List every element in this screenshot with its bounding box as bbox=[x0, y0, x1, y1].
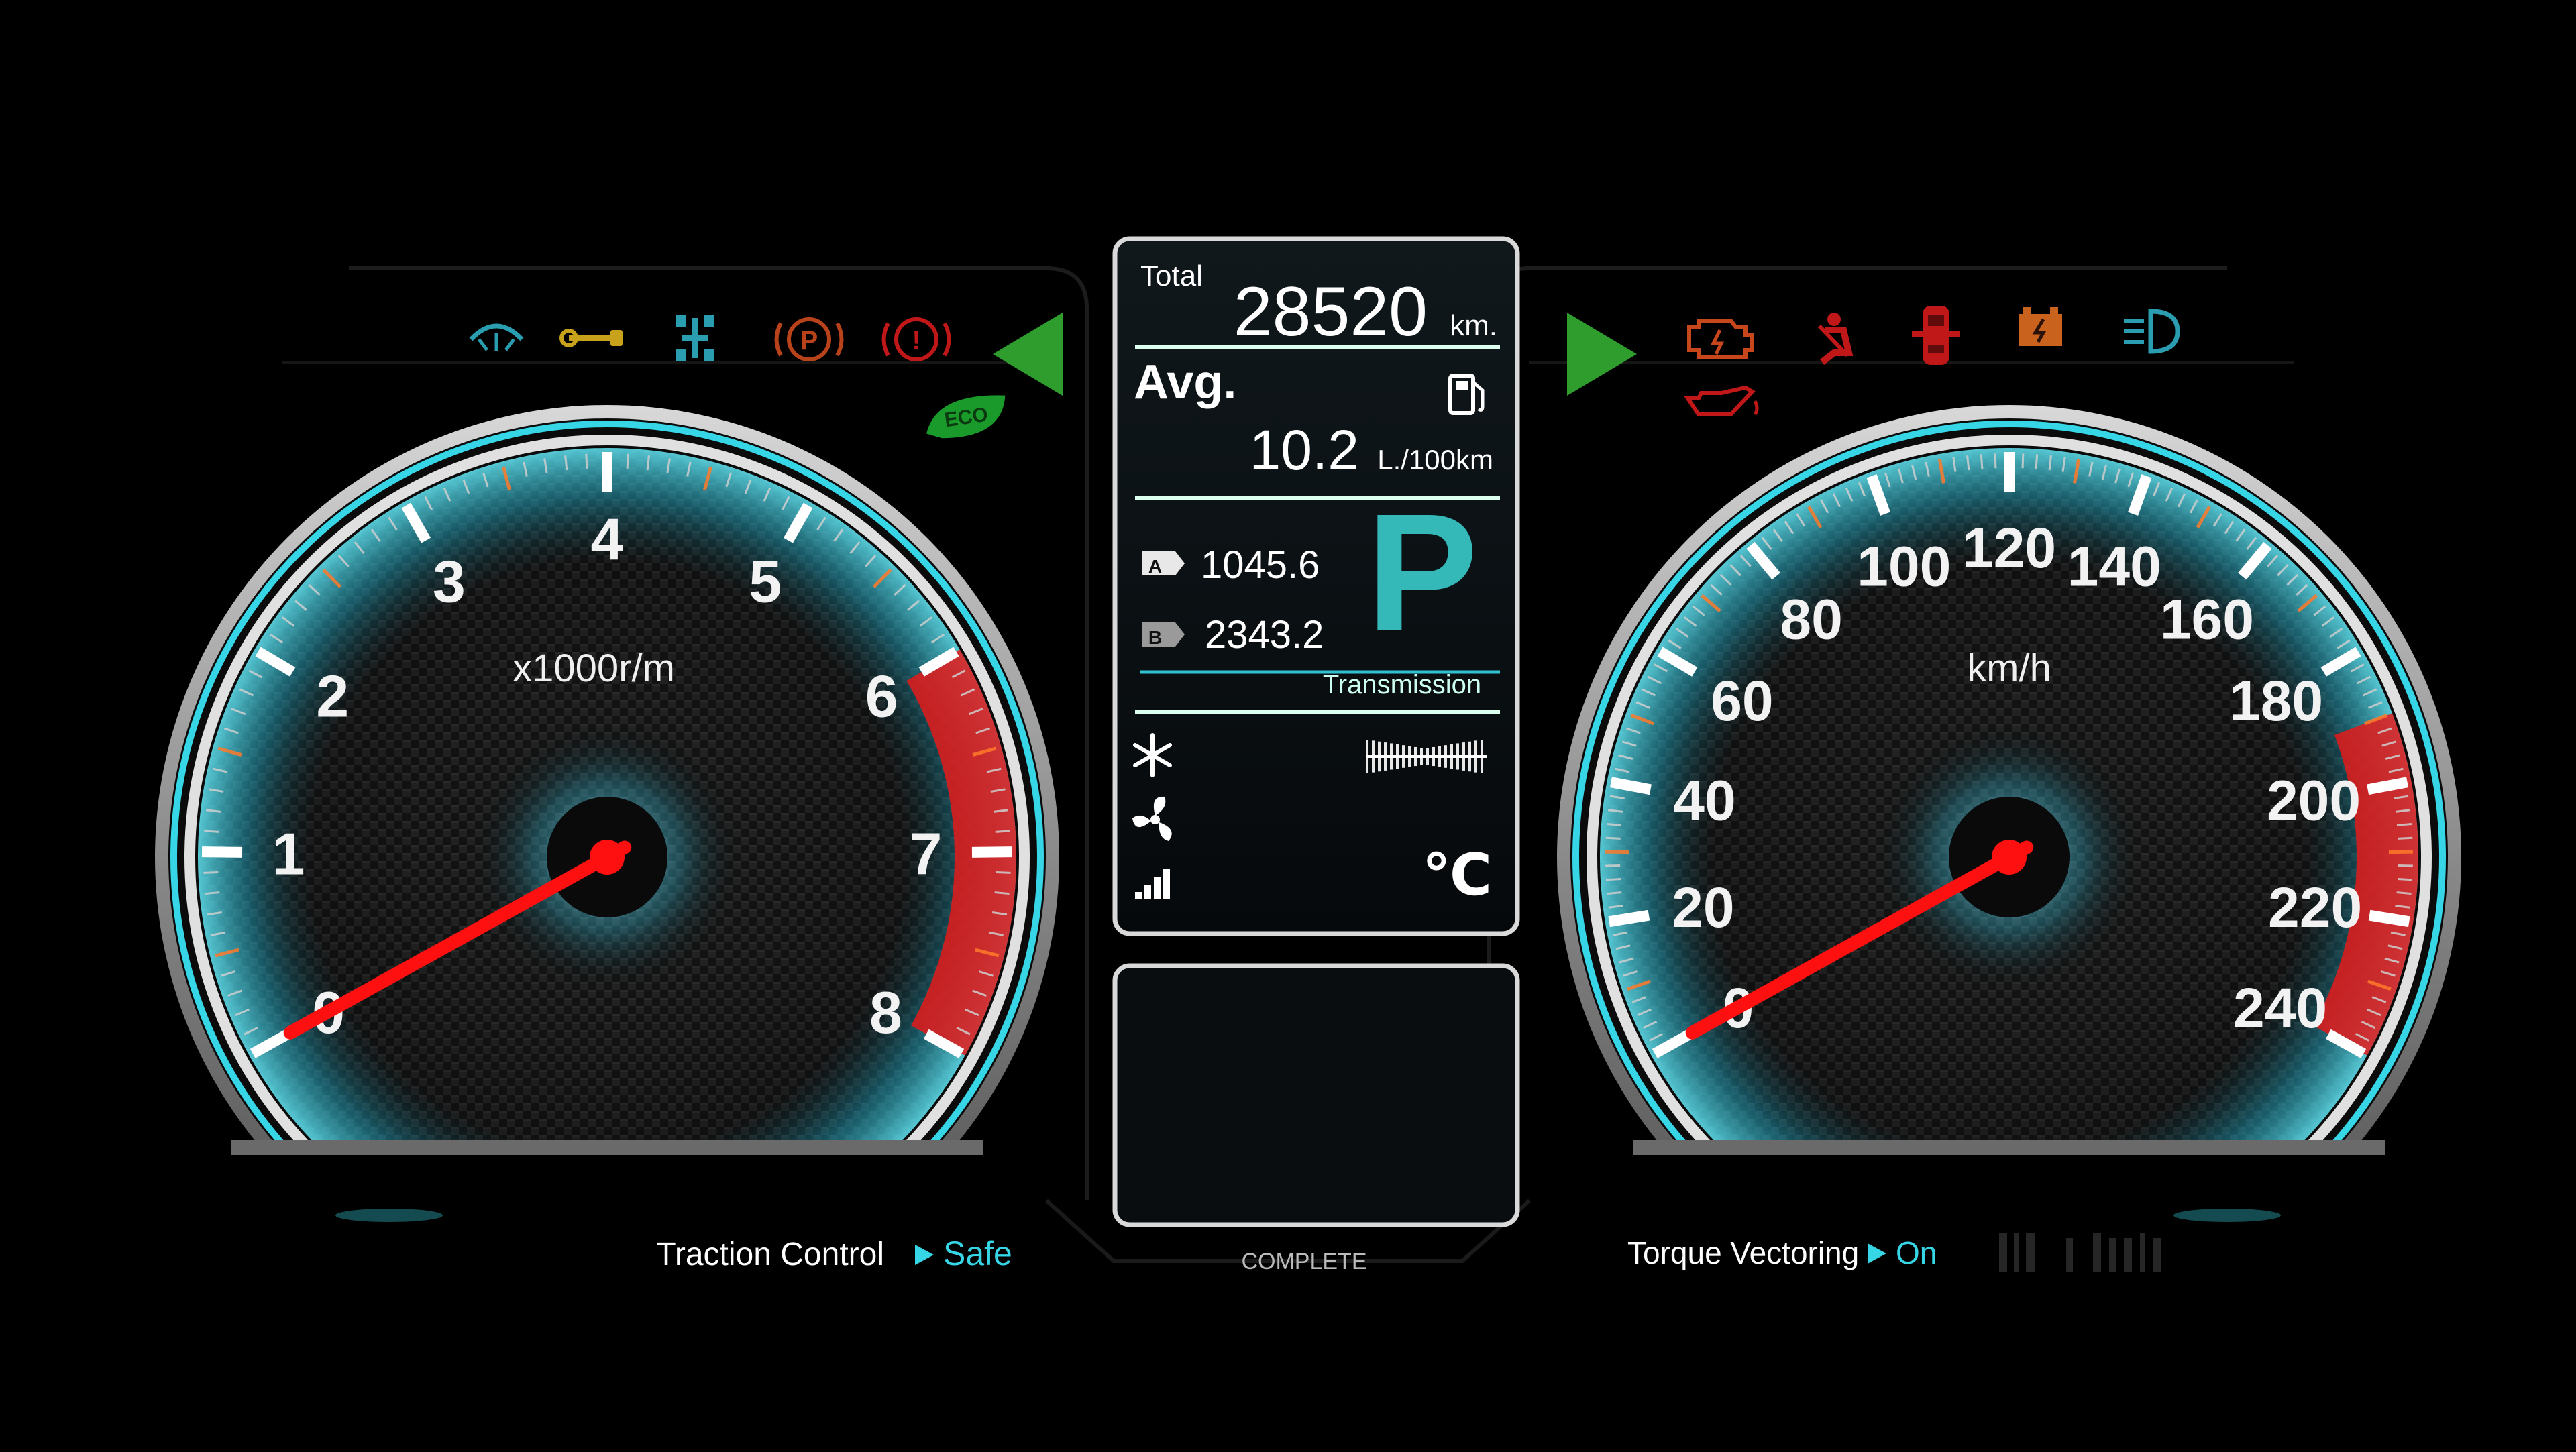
blurred-status-text bbox=[1999, 1233, 2161, 1272]
trip-a-value: 1045.6 bbox=[1201, 543, 1320, 587]
speedo-minor-tick bbox=[1606, 879, 1621, 880]
traction-arrow-icon bbox=[915, 1245, 934, 1265]
tach-unit-label: x1000r/m bbox=[513, 647, 675, 690]
speedo-tick-label: 180 bbox=[2229, 669, 2323, 732]
tach-minor-tick bbox=[204, 831, 219, 832]
speedo-tick-label: 140 bbox=[2068, 535, 2161, 598]
wrench-icon bbox=[561, 330, 623, 346]
speedo-tick-label: 80 bbox=[1780, 588, 1842, 651]
tach-minor-tick bbox=[586, 454, 587, 469]
instrument-cluster-svg: 012345678x1000r/m 0204060801001201401601… bbox=[0, 0, 2576, 1449]
tach-tick-label: 8 bbox=[869, 979, 902, 1046]
torque-vectoring-label: Torque Vectoring bbox=[1627, 1235, 1859, 1270]
trip-a-label: A bbox=[1148, 556, 1162, 577]
tach-tick-label: 4 bbox=[591, 506, 624, 573]
torque-vectoring-value: On bbox=[1896, 1235, 1937, 1270]
brake-warning-icon: ! bbox=[884, 319, 949, 359]
wiper-icon bbox=[471, 326, 522, 351]
torque-arrow-icon bbox=[1868, 1243, 1886, 1264]
parking-brake-icon: P bbox=[777, 319, 842, 359]
speedo-tick-label: 220 bbox=[2268, 876, 2362, 939]
tach-tick-label: 7 bbox=[909, 820, 942, 887]
speedo-tick-label: 200 bbox=[2267, 769, 2361, 832]
center-info-panel: Total 28520 km. Avg. 10.2 L./100km A 104… bbox=[1115, 239, 1517, 1274]
oil-pressure-icon bbox=[1688, 388, 1757, 414]
traction-control-label: Traction Control bbox=[656, 1237, 884, 1272]
door-open-icon bbox=[1912, 306, 1960, 365]
speedo-major-tick bbox=[2368, 782, 2408, 789]
complete-label: COMPLETE bbox=[1241, 1249, 1366, 1274]
trip-b-label: B bbox=[1148, 627, 1162, 648]
eco-leaf-icon: ECO bbox=[922, 392, 1010, 441]
tachometer: 012345678x1000r/m bbox=[155, 405, 1059, 1309]
speedo-tick-label: 20 bbox=[1672, 876, 1734, 939]
trip-b-value: 2343.2 bbox=[1205, 613, 1324, 657]
check-engine-icon bbox=[1689, 321, 1752, 357]
speedo-major-tick bbox=[2369, 915, 2409, 922]
tach-minor-tick bbox=[995, 893, 1010, 894]
speedo-minor-tick bbox=[2397, 893, 2412, 894]
avg-consumption-value: 10.2 bbox=[1250, 418, 1360, 482]
status-torque-vectoring: Torque Vectoring On bbox=[1627, 1209, 2281, 1272]
avg-consumption-unit: L./100km bbox=[1377, 444, 1493, 476]
speedo-tick-label: 40 bbox=[1673, 769, 1735, 832]
speedo-major-tick bbox=[1611, 782, 1650, 789]
tach-tick-label: 5 bbox=[749, 548, 782, 614]
total-label: Total bbox=[1140, 260, 1203, 292]
warning-lights-right bbox=[1567, 306, 2178, 414]
gauge-base-strip bbox=[1633, 1140, 2385, 1155]
speedo-minor-tick bbox=[1981, 454, 1982, 469]
tach-tick-label: 2 bbox=[316, 663, 349, 730]
avg-label: Avg. bbox=[1134, 355, 1236, 409]
speedo-minor-tick bbox=[2036, 454, 2037, 469]
tach-minor-tick bbox=[627, 454, 628, 469]
headlight-icon bbox=[2124, 311, 2178, 351]
tach-tick-label: 3 bbox=[433, 548, 466, 614]
speedo-minor-tick bbox=[1607, 824, 1621, 825]
speedo-unit-label: km/h bbox=[1967, 647, 2051, 690]
speedo-minor-tick bbox=[2398, 879, 2412, 880]
secondary-display bbox=[1115, 966, 1517, 1225]
speedo-major-tick bbox=[1609, 915, 1649, 922]
transmission-label: Transmission bbox=[1323, 670, 1481, 700]
svg-text:P: P bbox=[800, 326, 818, 355]
dashboard-cluster: 012345678x1000r/m 0204060801001201401601… bbox=[0, 0, 2576, 1449]
gauge-base-strip bbox=[231, 1140, 983, 1155]
total-odometer-value: 28520 bbox=[1234, 273, 1428, 351]
gear-indicator: P bbox=[1366, 479, 1479, 666]
tach-minor-tick bbox=[205, 893, 219, 894]
speedo-tick-label: 240 bbox=[2233, 976, 2327, 1040]
seatbelt-icon bbox=[1819, 313, 1849, 362]
status-traction-control: Traction Control Safe bbox=[335, 1209, 1012, 1272]
speedo-tick-label: 160 bbox=[2160, 588, 2254, 651]
speedo-minor-tick bbox=[1607, 893, 1621, 894]
tach-tick-label: 6 bbox=[865, 663, 898, 730]
total-unit: km. bbox=[1450, 309, 1497, 342]
traction-control-value: Safe bbox=[943, 1235, 1012, 1272]
turn-signal-right-icon bbox=[1567, 313, 1637, 396]
battery-icon bbox=[2019, 307, 2062, 346]
speedo-tick-label: 100 bbox=[1857, 535, 1951, 598]
speedo-minor-tick bbox=[2397, 824, 2412, 825]
tach-minor-tick bbox=[996, 831, 1010, 832]
suspension-icon bbox=[676, 315, 714, 361]
speedo-tick-label: 60 bbox=[1711, 669, 1773, 732]
speedo-minor-tick bbox=[1995, 453, 1996, 468]
speedo-tick-label: 120 bbox=[1962, 516, 2056, 579]
temperature-unit: ℃ bbox=[1422, 843, 1492, 907]
speedometer: 020406080100120140160180200220240km/h bbox=[1557, 405, 2461, 1309]
tach-tick-label: 1 bbox=[272, 820, 305, 887]
turn-signal-left-icon bbox=[993, 313, 1063, 396]
svg-text:!: ! bbox=[912, 326, 920, 355]
